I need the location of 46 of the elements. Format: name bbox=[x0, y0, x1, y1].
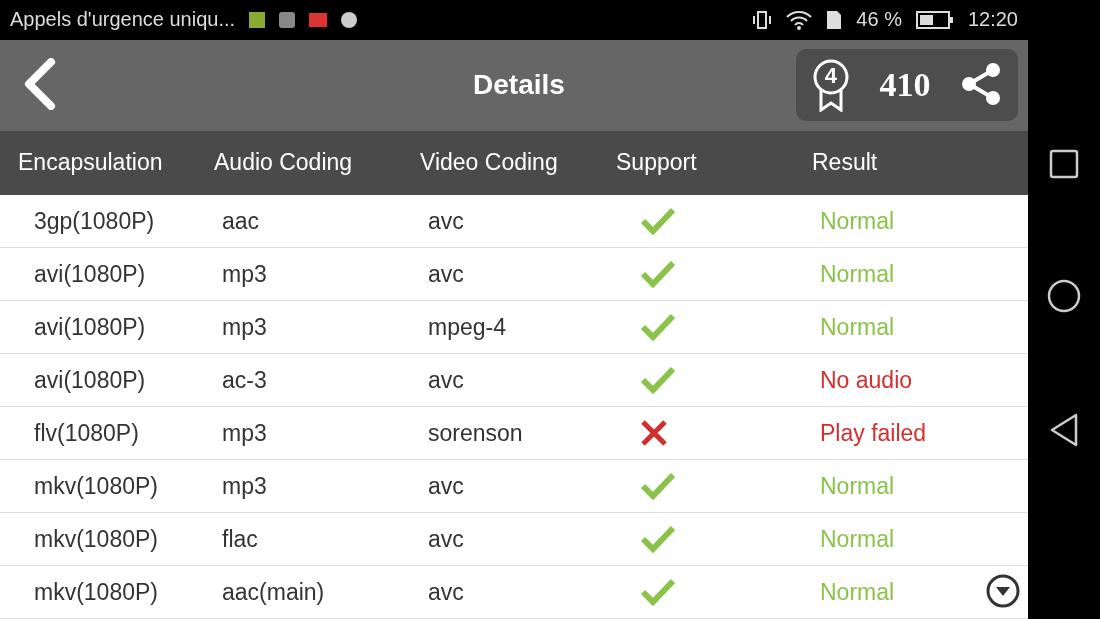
clock-time: 12:20 bbox=[967, 8, 1018, 32]
table-cell-text: aac bbox=[221, 207, 261, 235]
table-cell-text: mp3 bbox=[221, 260, 268, 288]
table-cell-text: mp3 bbox=[221, 313, 268, 341]
column-header: Audio Coding bbox=[213, 149, 354, 177]
table-cell-text: aac(main) bbox=[221, 578, 326, 606]
page-title: Details bbox=[473, 69, 565, 102]
column-header: Support bbox=[615, 149, 698, 177]
table-cell-text: flv(1080P) bbox=[33, 419, 140, 447]
table-cell-text: mp3 bbox=[221, 472, 268, 500]
column-header: Video Coding bbox=[419, 149, 559, 177]
table-cell-text: avc bbox=[427, 366, 465, 394]
vibrate-icon bbox=[752, 9, 773, 30]
result-text: Normal bbox=[820, 313, 895, 341]
table-cell-text: mp3 bbox=[221, 419, 268, 447]
result-text: Normal bbox=[820, 525, 895, 553]
table-cell-text: avi(1080P) bbox=[33, 313, 147, 341]
table-cell-text: avc bbox=[427, 525, 465, 553]
table-cell-text: avc bbox=[427, 578, 465, 606]
table-cell-text: mkv(1080P) bbox=[33, 525, 159, 553]
result-text: Normal bbox=[820, 260, 895, 288]
table-cell-text: sorenson bbox=[427, 419, 524, 447]
battery-icon bbox=[915, 10, 954, 29]
result-text: No audio bbox=[820, 366, 913, 394]
result-text: Normal bbox=[820, 207, 895, 235]
table-cell-text: ac-3 bbox=[221, 366, 268, 394]
table-cell-text: mpeg-4 bbox=[427, 313, 507, 341]
table-cell-text: avi(1080P) bbox=[33, 366, 147, 394]
table-cell-text: flac bbox=[221, 525, 259, 553]
table-cell-text: avi(1080P) bbox=[33, 260, 147, 288]
table-cell-text: avc bbox=[427, 260, 465, 288]
column-header: Result bbox=[811, 149, 879, 177]
battery-percent: 46 % bbox=[856, 8, 902, 32]
result-text: Play failed bbox=[820, 419, 927, 447]
table-cell-text: avc bbox=[427, 207, 465, 235]
sim-icon bbox=[826, 9, 843, 30]
result-text: Normal bbox=[820, 472, 895, 500]
table-cell-text: mkv(1080P) bbox=[33, 578, 159, 606]
table-cell-text: avc bbox=[427, 472, 465, 500]
table-cell-text: mkv(1080P) bbox=[33, 472, 159, 500]
column-header: Encapsulation bbox=[17, 149, 164, 177]
score-value: 410 bbox=[879, 66, 931, 105]
notification-text: Appels d'urgence uniqu... bbox=[10, 8, 236, 32]
result-text: Normal bbox=[820, 578, 895, 606]
table-cell-text: 3gp(1080P) bbox=[33, 207, 156, 235]
wifi-icon bbox=[786, 9, 813, 30]
